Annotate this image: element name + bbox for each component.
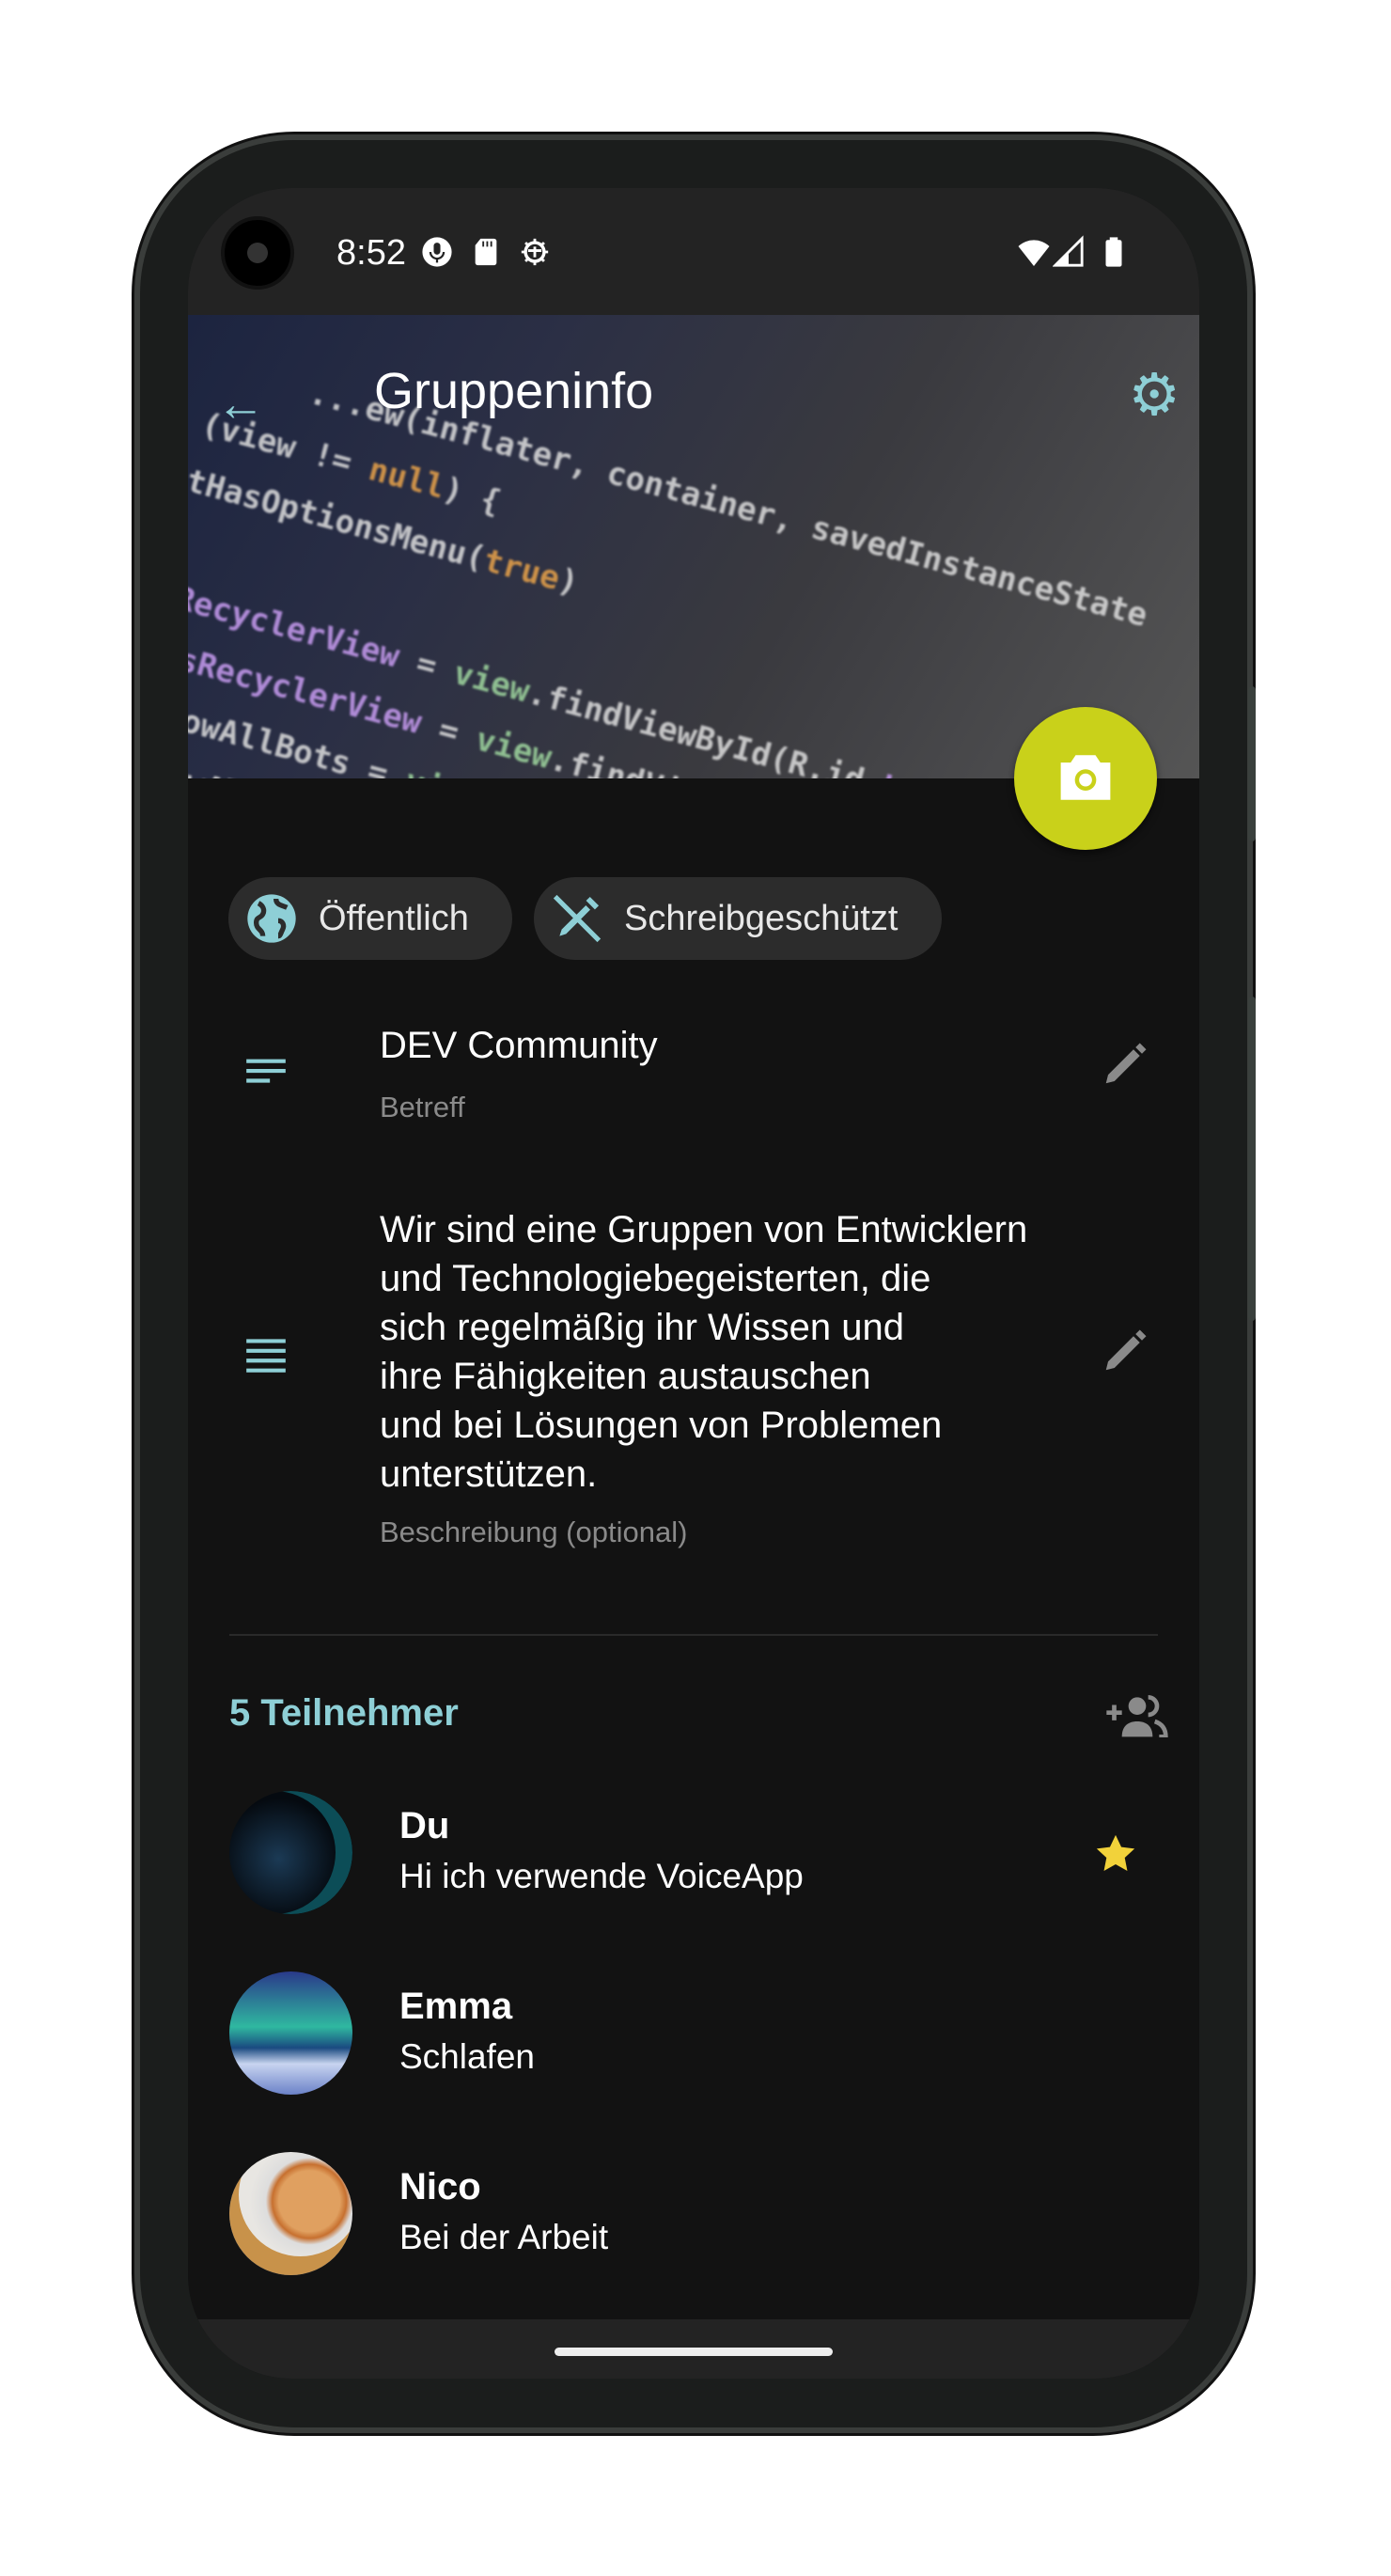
description-line: unterstützen. <box>380 1453 598 1495</box>
arrow-left-icon[interactable]: ← <box>216 376 265 432</box>
status-bar: 8:52 <box>188 188 1199 315</box>
participants-title: 5 Teilnehmer <box>229 1692 459 1734</box>
add-participant-icon[interactable] <box>1104 1692 1170 1737</box>
header-photo: ...ew(inflater, container, savedInstance… <box>188 334 1199 778</box>
debug-icon <box>521 238 549 266</box>
member-status: Schlafen <box>399 2037 535 2076</box>
page-title: Gruppeninfo <box>374 363 654 419</box>
front-camera <box>221 216 294 290</box>
chip-read-only[interactable]: Schreibgeschützt <box>534 877 942 960</box>
chip-label: Schreibgeschützt <box>624 898 899 938</box>
home-handle[interactable] <box>555 2348 833 2356</box>
edit-subject-icon[interactable] <box>1100 1039 1150 1090</box>
avatar <box>229 1791 352 1914</box>
battery-icon <box>1105 237 1122 267</box>
member-name: Nico <box>399 2166 481 2207</box>
description-line: und bei Lösungen von Problemen <box>380 1405 943 1446</box>
signal-icon <box>1053 235 1084 267</box>
description-line: Wir sind eine Gruppen von Entwicklern <box>380 1209 1028 1250</box>
chip-label: Öffentlich <box>319 898 469 938</box>
change-photo-button[interactable] <box>1014 707 1157 850</box>
divider <box>229 1634 1158 1636</box>
avatar <box>229 1971 352 2095</box>
group-header-image[interactable]: ...ew(inflater, container, savedInstance… <box>188 315 1199 778</box>
gear-icon[interactable]: ⚙ <box>1128 360 1180 429</box>
navigation-bar <box>188 2319 1199 2379</box>
description-line: und Technologiebegeisterten, die <box>380 1258 931 1299</box>
member-row[interactable]: Du Hi ich verwende VoiceApp <box>188 1791 1199 1932</box>
power-button <box>1248 686 1256 841</box>
description-icon <box>246 1339 286 1373</box>
microphone-icon <box>422 237 452 267</box>
member-row[interactable]: Nico Bei der Arbeit <box>188 2152 1199 2293</box>
subject-icon <box>246 1059 286 1083</box>
screen: 8:52 ...ew(inflater, container, savedIns… <box>188 188 1199 2379</box>
chip-public[interactable]: Öffentlich <box>228 877 512 960</box>
subject-hint: Betreff <box>380 1091 465 1123</box>
member-name: Du <box>399 1805 450 1846</box>
edit-description-icon[interactable] <box>1100 1326 1150 1376</box>
member-status: Hi ich verwende VoiceApp <box>399 1857 804 1895</box>
camera-icon <box>1060 755 1111 800</box>
description-line: sich regelmäßig ihr Wissen und <box>380 1307 904 1348</box>
description-hint: Beschreibung (optional) <box>380 1516 688 1548</box>
star-icon <box>1096 1834 1135 1871</box>
edit-off-icon <box>553 894 602 943</box>
avatar <box>229 2152 352 2275</box>
subject-value[interactable]: DEV Community <box>380 1025 658 1067</box>
description-line: ihre Fähigkeiten austauschen <box>380 1356 871 1397</box>
member-name: Emma <box>399 1986 513 2027</box>
member-status: Bei der Arbeit <box>399 2218 609 2256</box>
wifi-icon <box>1018 240 1050 266</box>
description-value[interactable]: Wir sind eine Gruppen von Entwicklern un… <box>380 1205 1027 1499</box>
status-time: 8:52 <box>336 233 406 273</box>
sd-card-icon <box>475 238 497 266</box>
volume-button <box>1248 997 1256 1321</box>
globe-icon <box>247 894 296 943</box>
member-row[interactable]: Emma Schlafen <box>188 1971 1199 2113</box>
